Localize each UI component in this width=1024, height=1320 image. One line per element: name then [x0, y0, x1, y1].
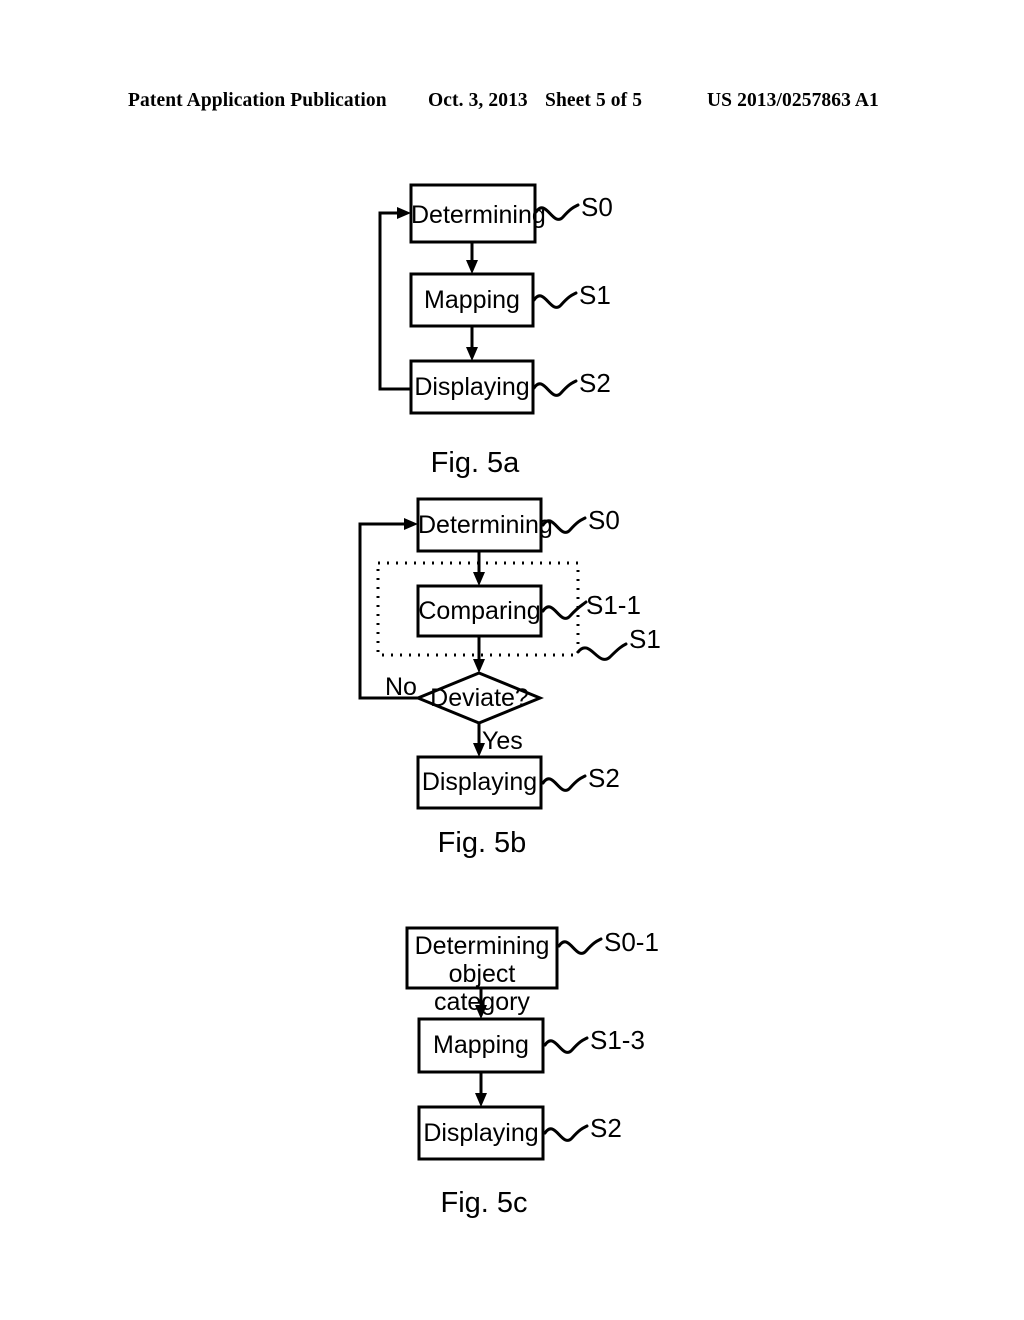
figure-vector-layer: [358, 183, 628, 1161]
fig5a-ref-s0: S0: [581, 192, 613, 222]
fig5b-deviate-diamond: [414, 671, 544, 725]
figure-sheet: Determining Mapping Displaying S0 S1 S2 …: [0, 0, 1024, 1320]
fig-5c-graphics: [405, 926, 603, 1161]
fig-5b-graphics: [358, 497, 628, 810]
fig5a-ref-s2: S2: [579, 368, 611, 398]
fig5b-ref-s2: S2: [588, 763, 620, 793]
fig-5c-caption: Fig. 5c: [440, 1187, 528, 1219]
fig-5a-graphics: [378, 183, 580, 415]
fig5b-leader-s0: [541, 516, 587, 534]
fig5b-determining-box: [416, 497, 543, 553]
fig5c-leader-s0-1: [557, 937, 603, 955]
fig5b-edge-label-no: No: [385, 673, 417, 701]
fig-5a-caption: Fig. 5a: [430, 447, 520, 479]
fig5a-displaying-box: [409, 359, 535, 415]
fig5a-leader-s0: [534, 203, 580, 221]
fig5a-leader-s2: [532, 379, 578, 397]
fig5b-ref-s0: S0: [588, 505, 620, 535]
fig5a-edge-feedback-displaying-determining: [378, 207, 411, 391]
fig5b-leader-s1: [576, 642, 628, 661]
fig5a-edge-mapping-displaying: [466, 326, 478, 361]
fig5c-edge-mapping-displaying: [475, 1072, 487, 1107]
fig5b-leader-s1-1: [541, 600, 588, 620]
fig-5b-caption: Fig. 5b: [437, 827, 527, 859]
fig5a-edge-determining-mapping: [466, 242, 478, 274]
fig5c-ref-s2: S2: [590, 1113, 622, 1143]
fig5b-ref-s1-group: S1: [629, 624, 661, 654]
fig5b-ref-s1-1: S1-1: [586, 590, 641, 620]
fig5c-ref-s0-1: S0-1: [604, 927, 659, 957]
fig5b-edge-determining-comparing: [473, 551, 485, 586]
fig5a-ref-s1: S1: [579, 280, 611, 310]
fig5c-edge-determining-mapping: [475, 988, 487, 1019]
fig5c-displaying-box: [417, 1105, 545, 1161]
fig5b-displaying-box: [416, 755, 543, 810]
fig5b-edge-label-yes: Yes: [482, 727, 523, 755]
fig5c-ref-s1-3: S1-3: [590, 1025, 645, 1055]
fig5a-leader-s1: [532, 291, 578, 309]
fig5c-determining-box: [405, 926, 559, 990]
fig5b-edge-comparing-deviate: [473, 636, 485, 673]
fig5b-comparing-box: [416, 584, 543, 638]
fig5a-determining-box: [409, 183, 537, 244]
fig5a-mapping-box: [409, 272, 535, 328]
fig5c-leader-s1-3: [543, 1036, 589, 1054]
fig5b-leader-s2: [541, 774, 587, 792]
fig5c-leader-s2: [543, 1124, 589, 1142]
fig5c-mapping-box: [417, 1017, 545, 1074]
fig5b-edge-deviate-no-determining: [358, 518, 418, 700]
